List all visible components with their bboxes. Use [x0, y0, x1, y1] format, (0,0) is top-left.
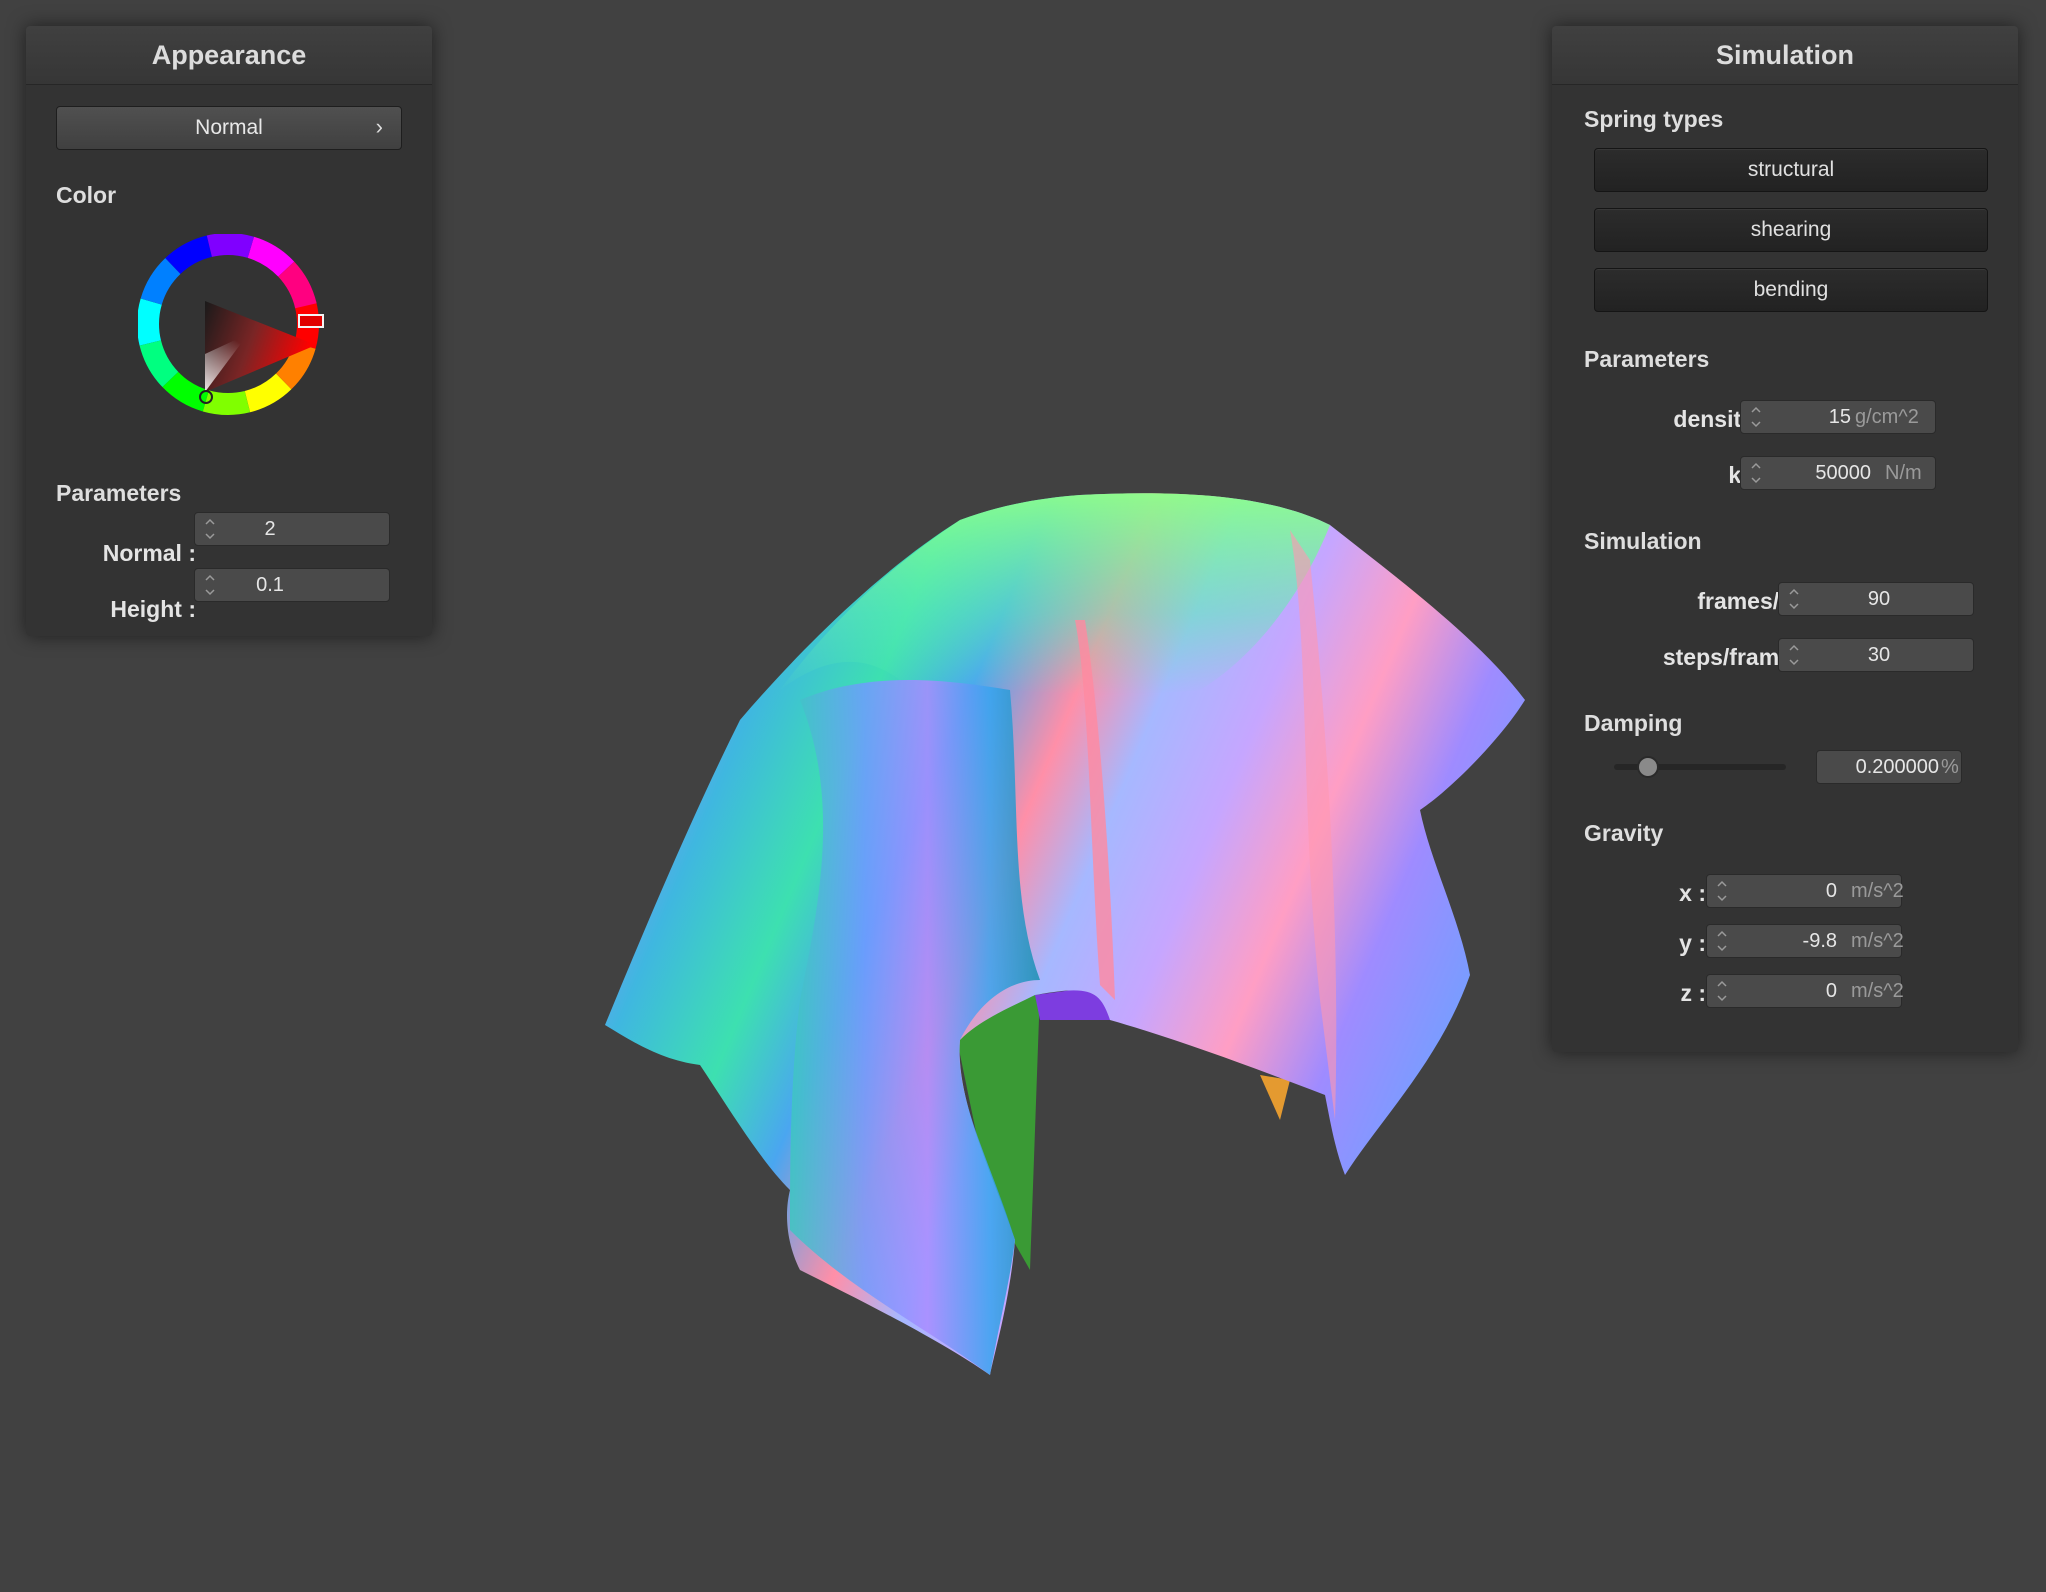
ks-input[interactable]: 50000 N/m — [1740, 456, 1936, 490]
damping-unit: % — [1941, 755, 1959, 778]
density-unit: g/cm^2 — [1855, 405, 1919, 428]
simulation-parameters-label: Parameters — [1584, 346, 1710, 372]
ks-unit: N/m — [1885, 461, 1922, 484]
fps-input[interactable]: 90 — [1778, 582, 1974, 616]
spinner-icon[interactable] — [1787, 642, 1801, 668]
bending-button[interactable]: bending — [1594, 268, 1988, 312]
appearance-parameters-label: Parameters — [56, 480, 182, 506]
spring-types-label: Spring types — [1584, 106, 1724, 132]
height-value: 0.1 — [256, 573, 284, 596]
spinner-icon[interactable] — [1749, 404, 1763, 430]
color-wheel[interactable] — [138, 234, 328, 424]
shader-mode-button[interactable]: Normal › — [56, 106, 402, 150]
damping-label: Damping — [1584, 710, 1683, 736]
gravity-z-value: 0 — [1825, 979, 1837, 1002]
steps-input[interactable]: 30 — [1778, 638, 1974, 672]
density-input[interactable]: 15 g/cm^2 — [1740, 400, 1936, 434]
structural-button[interactable]: structural — [1594, 148, 1988, 192]
fps-value: 90 — [1867, 587, 1891, 610]
gravity-z-input[interactable]: 0 m/s^2 — [1706, 974, 1904, 1008]
spinner-icon[interactable] — [203, 572, 217, 598]
gravity-z-label: z : — [1680, 980, 1706, 1006]
simulation-panel: Simulation Spring types structural shear… — [1552, 26, 2018, 1052]
steps-value: 30 — [1867, 643, 1891, 666]
height-input[interactable]: 0.1 — [194, 568, 390, 602]
gravity-x-unit: m/s^2 — [1851, 879, 1904, 902]
damping-slider[interactable] — [1614, 756, 1786, 778]
spinner-icon[interactable] — [1787, 586, 1801, 612]
spinner-icon[interactable] — [203, 516, 217, 542]
ks-value: 50000 — [1815, 461, 1871, 484]
appearance-panel-title[interactable]: Appearance — [26, 26, 432, 85]
chevron-right-icon: › — [375, 114, 383, 139]
shader-mode-label: Normal — [195, 116, 263, 139]
spinner-icon[interactable] — [1715, 978, 1729, 1004]
steps-label: steps/frame : — [1662, 644, 1806, 670]
spinner-icon[interactable] — [1715, 928, 1729, 954]
gravity-z-unit: m/s^2 — [1851, 979, 1904, 1002]
height-label: Height : — [110, 596, 196, 622]
gravity-y-value: -9.8 — [1802, 929, 1837, 952]
damping-input[interactable]: 0.200000 % — [1816, 750, 1962, 784]
gravity-y-input[interactable]: -9.8 m/s^2 — [1706, 924, 1904, 958]
spinner-icon[interactable] — [1749, 460, 1763, 486]
gravity-x-value: 0 — [1825, 879, 1837, 902]
damping-slider-knob[interactable] — [1637, 756, 1660, 778]
simulation-panel-title[interactable]: Simulation — [1552, 26, 2018, 85]
damping-value: 0.200000 — [1855, 755, 1939, 778]
gravity-y-label: y : — [1679, 930, 1706, 956]
gravity-label: Gravity — [1584, 820, 1664, 846]
gravity-x-label: x : — [1679, 880, 1706, 906]
gravity-x-input[interactable]: 0 m/s^2 — [1706, 874, 1904, 908]
color-section-label: Color — [56, 182, 117, 208]
density-value: 15 — [1828, 405, 1851, 428]
normal-label: Normal : — [102, 540, 196, 566]
spinner-icon[interactable] — [1715, 878, 1729, 904]
normal-input[interactable]: 2 — [194, 512, 390, 546]
hue-marker[interactable] — [298, 314, 324, 328]
cloth-underside-right — [1260, 1075, 1290, 1120]
fps-label: frames/s : — [1697, 588, 1806, 614]
appearance-panel: Appearance Normal › Color Parameters Nor… — [26, 26, 432, 636]
shearing-button[interactable]: shearing — [1594, 208, 1988, 252]
simulation-section-label: Simulation — [1584, 528, 1702, 554]
gravity-y-unit: m/s^2 — [1851, 929, 1904, 952]
normal-value: 2 — [264, 517, 276, 540]
